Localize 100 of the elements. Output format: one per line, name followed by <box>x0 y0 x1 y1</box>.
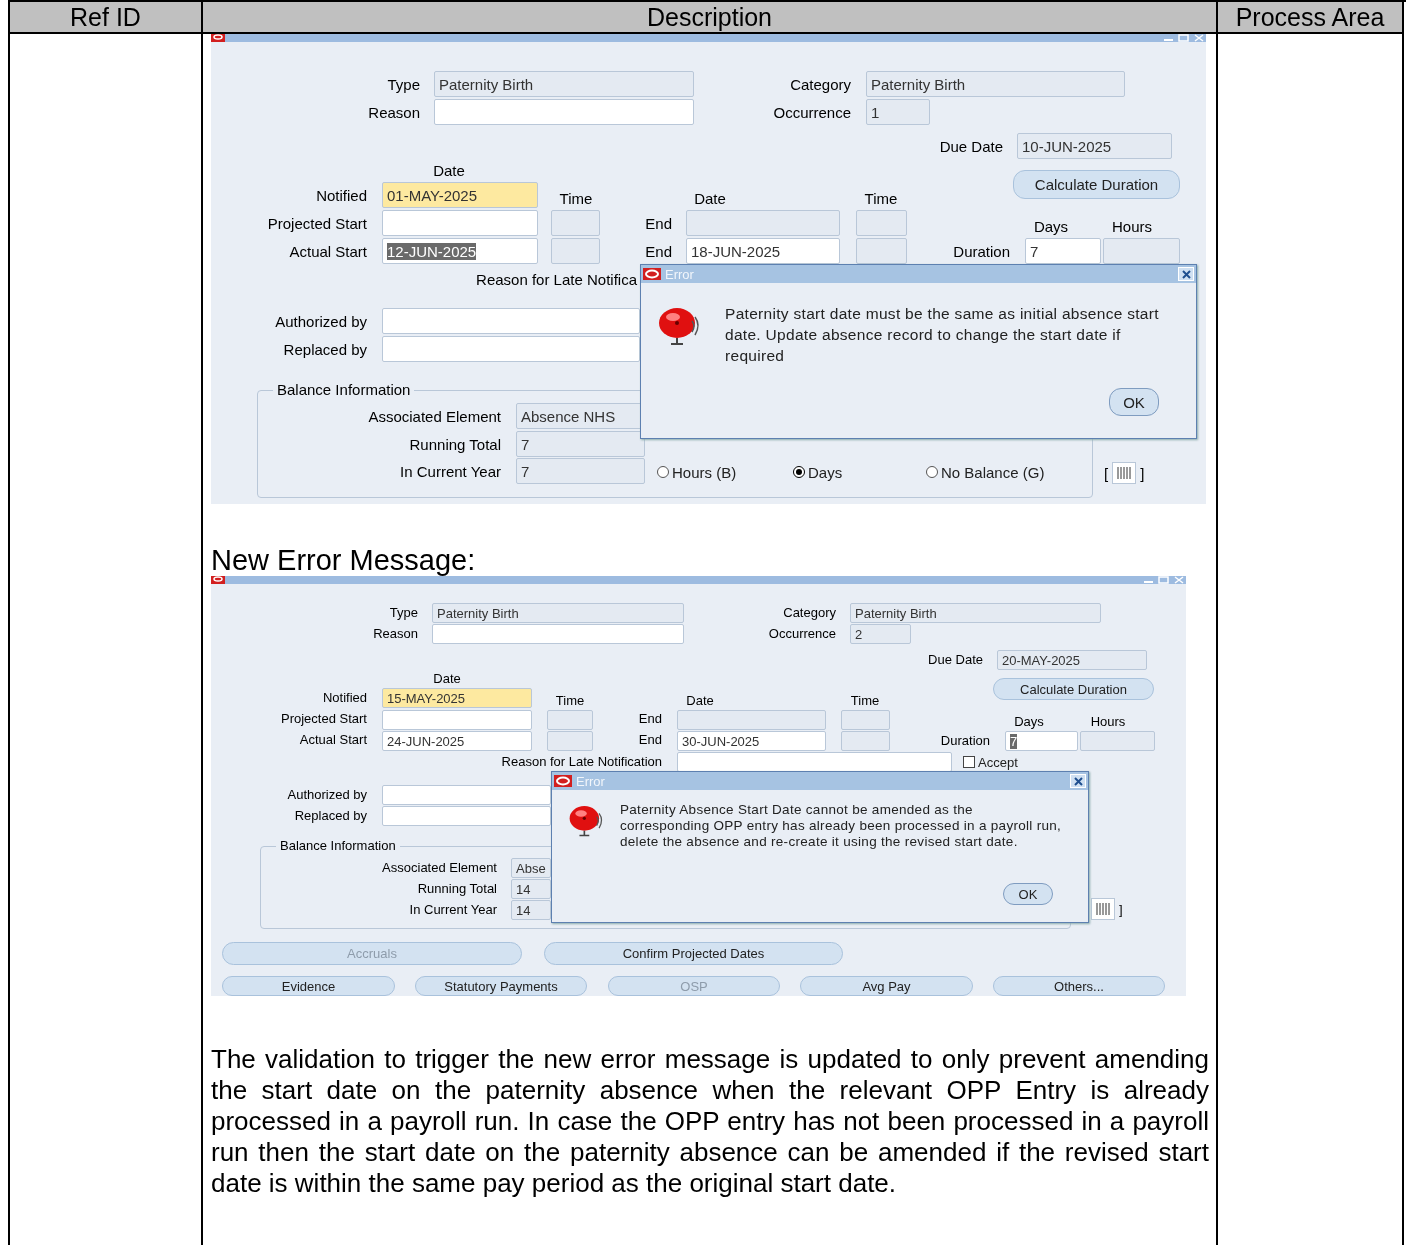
text-field[interactable]: 24-JUN-2025 <box>382 731 532 751</box>
text-field[interactable]: 14 <box>511 900 551 920</box>
text-field[interactable]: 7 <box>516 431 645 457</box>
flexfield-button[interactable] <box>1091 898 1115 920</box>
column-header: Process Area <box>1235 2 1385 32</box>
form-button[interactable]: Evidence <box>222 976 395 996</box>
field-label: Actual Start <box>288 242 367 262</box>
ok-button[interactable]: OK <box>1003 883 1053 905</box>
field-label: In Current Year <box>399 462 501 482</box>
column-heading: Date <box>432 670 462 688</box>
text-field[interactable]: 01-MAY-2025 <box>382 182 538 208</box>
close-button[interactable] <box>1070 774 1086 788</box>
window-icon <box>643 268 661 280</box>
field-label: Authorized by <box>274 312 367 332</box>
text-field[interactable] <box>551 238 600 264</box>
text-field[interactable]: 2 <box>850 624 911 644</box>
radio-button[interactable]: Hours (B) <box>657 462 757 482</box>
error-message: Paternity start date must be the same as initial absence start date. Update absence record to change the start date if required <box>725 304 1160 366</box>
flexfield-button[interactable] <box>1112 462 1137 484</box>
text-field[interactable]: 14 <box>511 879 551 899</box>
text-field[interactable]: Abse <box>511 858 551 878</box>
text-field[interactable] <box>856 238 907 264</box>
field-label: Due Date <box>927 651 983 669</box>
column-heading: Date <box>685 692 715 710</box>
text-field[interactable] <box>1103 238 1180 264</box>
bracket: ] <box>1140 464 1145 482</box>
field-label: Category <box>782 604 836 622</box>
text-field[interactable] <box>382 336 640 362</box>
form-button[interactable]: Calculate Duration <box>1013 170 1180 199</box>
bracket: ] <box>1119 901 1123 917</box>
column-heading: Date <box>693 190 727 209</box>
text-field[interactable]: Paternity Birth <box>866 71 1125 97</box>
text-field[interactable] <box>382 710 532 730</box>
text-field[interactable]: 1 <box>866 99 930 125</box>
field-label: Due Date <box>938 137 1003 157</box>
field-label: Occurrence <box>772 103 851 123</box>
field-label: Notified <box>315 186 367 206</box>
field-label: Running Total <box>408 435 501 455</box>
text-field[interactable] <box>551 210 600 236</box>
field-label: Authorized by <box>286 786 367 804</box>
text-field[interactable] <box>382 785 551 805</box>
text-field[interactable]: 7 <box>516 458 645 484</box>
window-icon <box>554 775 572 787</box>
text-field[interactable] <box>432 624 684 644</box>
window-icon <box>211 576 225 584</box>
text-field[interactable] <box>841 710 890 730</box>
form-button[interactable]: Statutory Payments <box>415 976 587 996</box>
error-message: Paternity Absence Start Date cannot be amended as the corresponding OPP entry has already been processed in a payroll run, delete the absence and re-create it using the revised start date. <box>620 802 1063 850</box>
text-field[interactable] <box>382 806 551 826</box>
text-field[interactable]: 12-JUN-2025 <box>382 238 538 264</box>
bracket: [ <box>1104 464 1109 482</box>
field-label: Projected Start <box>280 710 367 728</box>
text-field[interactable] <box>1080 731 1155 751</box>
field-label: Type <box>388 604 418 622</box>
text-field[interactable] <box>841 731 890 751</box>
field-label: Replaced by <box>282 340 367 360</box>
field-label: In Current Year <box>408 901 497 919</box>
text-field[interactable] <box>686 210 840 236</box>
field-label: Actual Start <box>298 731 367 749</box>
text-field[interactable] <box>677 710 826 730</box>
field-label: Occurrence <box>767 625 836 643</box>
window-controls-icon <box>1162 34 1206 42</box>
column-heading: Time <box>849 692 881 710</box>
text-field[interactable] <box>382 210 538 236</box>
field-label: End <box>637 710 662 728</box>
text-field[interactable]: 18-JUN-2025 <box>686 238 840 264</box>
text-field[interactable]: Paternity Birth <box>434 71 694 97</box>
close-button[interactable] <box>1178 267 1194 281</box>
column-heading: Date <box>432 162 466 181</box>
text-field[interactable]: 7 <box>1025 238 1101 264</box>
column-heading: Days <box>1013 713 1045 731</box>
text-field[interactable] <box>434 99 694 125</box>
text-field[interactable] <box>856 210 907 236</box>
description-paragraph: The validation to trigger the new error message is updated to only prevent amending the start date on the paternity absence when the relevant OPP Entry is already processed in a payroll run. In case the OPP entry has not been processed in a payroll run then the start date on the paternity absence can be amended if the revised start date is within the same pay period as the original start date. <box>211 1044 1209 1199</box>
column-heading: Days <box>1032 218 1070 237</box>
column-heading: Time <box>554 692 586 710</box>
text-field[interactable] <box>382 308 640 334</box>
text-field[interactable]: 20-MAY-2025 <box>997 650 1147 670</box>
form-button[interactable]: Calculate Duration <box>993 678 1154 700</box>
field-label: Duration <box>939 732 990 750</box>
bars-icon <box>1096 903 1110 915</box>
text-field[interactable] <box>677 752 952 772</box>
ok-button[interactable]: OK <box>1109 388 1159 416</box>
form-button[interactable]: Avg Pay <box>800 976 973 996</box>
radio-button[interactable]: Days <box>793 462 873 482</box>
text-field[interactable] <box>547 731 593 751</box>
text-field[interactable] <box>547 710 593 730</box>
checkbox[interactable]: Accept <box>963 752 1053 772</box>
text-field[interactable]: 7 <box>1005 731 1078 751</box>
column-header: Ref ID <box>70 2 141 32</box>
column-heading: Hours <box>1111 218 1153 237</box>
text-field[interactable]: 10-JUN-2025 <box>1017 133 1172 159</box>
form-button[interactable]: Others... <box>993 976 1165 996</box>
radio-button[interactable]: No Balance (G) <box>926 462 1066 482</box>
text-field[interactable]: 30-JUN-2025 <box>677 731 826 751</box>
text-field[interactable]: Paternity Birth <box>432 603 684 623</box>
field-label: Reason <box>367 103 420 123</box>
form-button[interactable]: Confirm Projected Dates <box>544 942 843 965</box>
text-field[interactable]: 15-MAY-2025 <box>382 688 532 708</box>
text-field[interactable]: Paternity Birth <box>850 603 1101 623</box>
